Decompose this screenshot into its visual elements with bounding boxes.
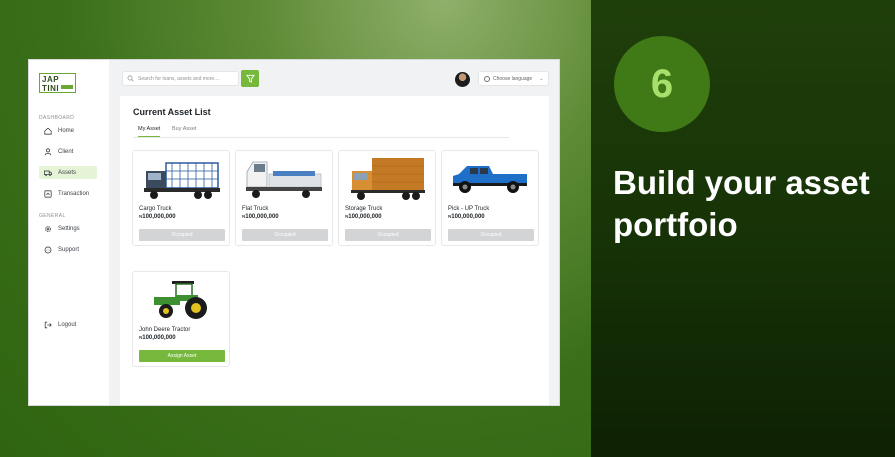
asset-tabs: My Asset Buy Asset <box>133 123 509 138</box>
app-window: JAP TINI DASHBOARD Home Client Assets Tr… <box>28 59 560 406</box>
sidebar-item-home[interactable]: Home <box>39 124 97 137</box>
top-bar: Search for loans, assets and more.... Ch… <box>109 60 559 96</box>
section-label-dashboard: DASHBOARD <box>39 115 75 121</box>
asset-name: Cargo Truck <box>139 206 172 212</box>
asset-card[interactable]: Flat Truck ₦100,000,000 Occupied <box>235 150 333 246</box>
asset-name: Pick - UP Truck <box>448 206 490 212</box>
search-placeholder: Search for loans, assets and more.... <box>138 75 220 82</box>
asset-name: Flat Truck <box>242 206 269 212</box>
storage-truck-image <box>351 158 425 200</box>
asset-card[interactable]: John Deere Tractor ₦100,000,000 Assign A… <box>132 271 230 367</box>
home-icon <box>43 126 52 135</box>
sidebar-item-label: Support <box>58 246 80 253</box>
occupied-button[interactable]: Occupied <box>242 229 328 241</box>
language-select[interactable]: Choose language ⌄ <box>478 71 549 86</box>
page-title: Current Asset List <box>133 107 211 117</box>
asset-name: John Deere Tractor <box>139 327 191 333</box>
cargo-truck-image <box>144 162 220 199</box>
search-icon <box>127 75 134 82</box>
asset-card[interactable]: Pick - UP Truck ₦100,000,000 Occupied <box>441 150 539 246</box>
filter-icon <box>245 74 255 83</box>
truck-icon <box>43 168 52 177</box>
tab-buy-asset[interactable]: Buy Asset <box>172 126 196 137</box>
logo-tag <box>61 85 73 89</box>
price-value: 100,000,000 <box>451 214 485 220</box>
logout-icon <box>43 320 52 329</box>
step-number-badge: 6 <box>614 36 710 132</box>
asset-price: ₦100,000,000 <box>345 214 382 220</box>
sidebar-item-client[interactable]: Client <box>39 145 97 158</box>
price-value: 100,000,000 <box>245 214 279 220</box>
sidebar-item-support[interactable]: Support <box>39 243 97 256</box>
user-icon <box>43 147 52 156</box>
asset-price: ₦100,000,000 <box>139 214 176 220</box>
price-value: 100,000,000 <box>348 214 382 220</box>
chat-icon <box>43 245 52 254</box>
occupied-button[interactable]: Occupied <box>139 229 225 241</box>
logout-label: Logout <box>58 321 77 328</box>
asset-price: ₦100,000,000 <box>242 214 279 220</box>
filter-button[interactable] <box>241 70 259 87</box>
language-label: Choose language <box>493 75 533 82</box>
brand-logo[interactable]: JAP TINI <box>39 73 76 93</box>
tab-my-asset[interactable]: My Asset <box>138 126 161 137</box>
flat-truck-image <box>246 161 322 198</box>
promo-headline: Build your asset portfoio <box>613 164 870 243</box>
logo-line1: JAP <box>42 75 60 84</box>
price-value: 100,000,000 <box>142 335 176 341</box>
price-value: 100,000,000 <box>142 214 176 220</box>
asset-name: Storage Truck <box>345 206 383 212</box>
sidebar-item-label: Settings <box>58 225 80 232</box>
sidebar-item-label: Client <box>58 148 74 155</box>
sidebar-item-settings[interactable]: Settings <box>39 222 97 235</box>
asset-price: ₦100,000,000 <box>139 335 176 341</box>
sidebar: JAP TINI DASHBOARD Home Client Assets Tr… <box>29 60 109 405</box>
asset-card[interactable]: Cargo Truck ₦100,000,000 Occupied <box>132 150 230 246</box>
sidebar-item-transaction[interactable]: Transaction <box>39 187 97 200</box>
avatar[interactable] <box>455 72 470 87</box>
globe-icon <box>484 75 490 82</box>
section-label-general: GENERAL <box>39 213 66 219</box>
asset-list-panel: Current Asset List My Asset Buy Asset Ca… <box>120 96 549 405</box>
pickup-truck-image <box>453 166 527 193</box>
assign-asset-button[interactable]: Assign Asset <box>139 350 225 362</box>
tractor-image <box>154 281 207 319</box>
sidebar-item-label: Assets <box>58 169 77 176</box>
occupied-button[interactable]: Occupied <box>345 229 431 241</box>
logout-button[interactable]: Logout <box>39 318 97 331</box>
sidebar-item-label: Home <box>58 127 75 134</box>
transaction-icon <box>43 189 52 198</box>
asset-card[interactable]: Storage Truck ₦100,000,000 Occupied <box>338 150 436 246</box>
occupied-button[interactable]: Occupied <box>448 229 534 241</box>
search-input[interactable]: Search for loans, assets and more.... <box>122 71 239 86</box>
asset-price: ₦100,000,000 <box>448 214 485 220</box>
gear-icon <box>43 224 52 233</box>
sidebar-item-label: Transaction <box>58 190 90 197</box>
sidebar-item-assets[interactable]: Assets <box>39 166 97 179</box>
chevron-down-icon: ⌄ <box>539 75 544 82</box>
